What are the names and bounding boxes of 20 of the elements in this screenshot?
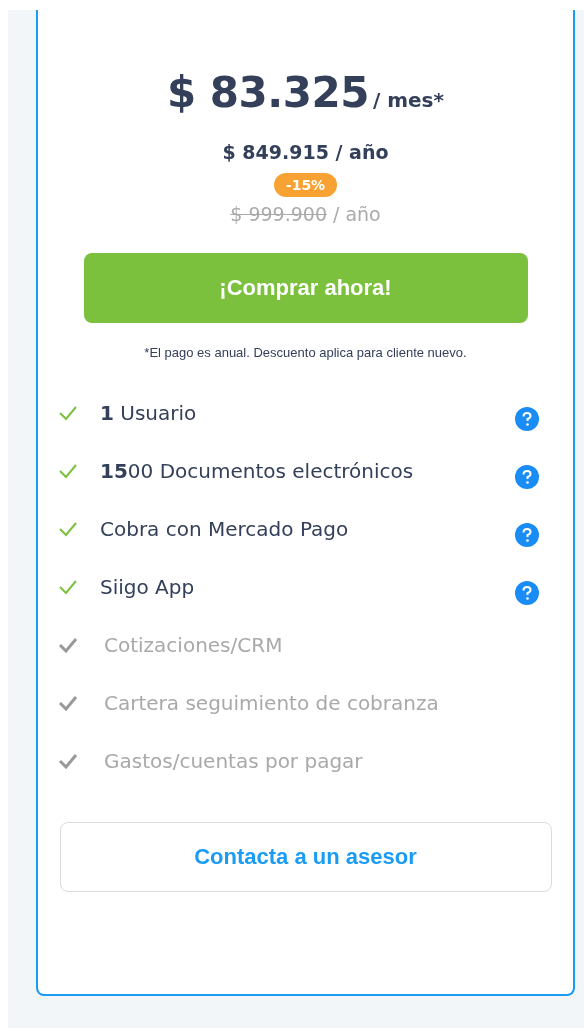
price-period: / mes* xyxy=(372,88,444,112)
help-icon[interactable] xyxy=(515,523,539,547)
annual-price: $ 849.915 / año xyxy=(222,141,389,163)
buy-button[interactable]: ¡Comprar ahora! xyxy=(83,253,528,323)
price-period: / año xyxy=(332,203,381,225)
feature-text: Cartera seguimiento de cobranza xyxy=(104,691,440,715)
help-icon[interactable] xyxy=(515,407,539,431)
discount-badge: -15% xyxy=(273,173,338,197)
help-icon[interactable] xyxy=(515,465,539,489)
feature-text: 1500 Documentos electrónicos xyxy=(100,459,415,483)
payment-note: *El pago es anual. Descuento aplica para cliente nuevo. xyxy=(144,345,467,360)
feature-text: Gastos/cuentas por pagar xyxy=(104,749,364,773)
feature-text: Cobra con Mercado Pago xyxy=(100,517,350,541)
feature-text: 1 Usuario xyxy=(100,401,198,425)
help-icon[interactable] xyxy=(515,581,539,605)
original-price: $ 999.900 xyxy=(230,203,327,225)
feature-text: Siigo App xyxy=(100,575,196,599)
contact-advisor-button[interactable]: Contacta a un asesor xyxy=(59,822,552,892)
feature-text: Cotizaciones/CRM xyxy=(104,633,284,657)
monthly-price: $ 83.325 xyxy=(167,68,369,117)
